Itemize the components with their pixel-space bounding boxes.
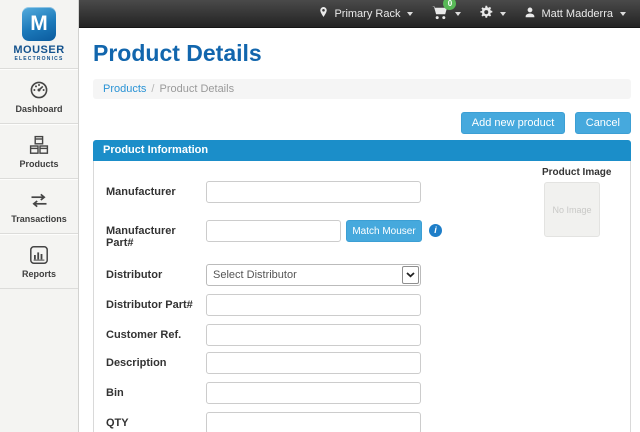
top-navbar: Primary Rack 0 Matt Madderra <box>79 0 640 28</box>
products-cubes-icon <box>0 135 78 155</box>
description-label: Description <box>106 352 206 369</box>
chevron-down-icon <box>500 12 506 16</box>
form-row-bin: Bin <box>106 382 618 404</box>
form-row-distributor: Distributor Select Distributor <box>106 264 618 286</box>
add-new-product-button[interactable]: Add new product <box>461 112 566 134</box>
mouser-logo: M MOUSER ELECTRONICS <box>0 0 78 69</box>
page-actions: Add new product Cancel <box>93 112 631 134</box>
customer-ref-label: Customer Ref. <box>106 324 206 341</box>
qty-input[interactable] <box>206 412 421 432</box>
description-input[interactable] <box>206 352 421 374</box>
breadcrumb-separator: / <box>151 83 154 95</box>
breadcrumb-link-products[interactable]: Products <box>103 83 146 95</box>
qty-label: QTY <box>106 412 206 429</box>
mouser-logo-subtitle: ELECTRONICS <box>0 56 78 62</box>
form-row-qty: QTY <box>106 412 618 432</box>
product-image-label: Product Image <box>542 167 602 178</box>
distributor-select-value: Select Distributor <box>207 265 420 285</box>
dashboard-gauge-icon <box>0 80 78 100</box>
distributor-select[interactable]: Select Distributor <box>206 264 421 286</box>
distributor-label: Distributor <box>106 264 206 281</box>
mouser-logo-mark: M <box>22 7 56 41</box>
chevron-down-icon <box>455 12 461 16</box>
sidebar-item-reports[interactable]: Reports <box>0 234 78 289</box>
mouser-logo-brand: MOUSER <box>0 44 78 56</box>
user-menu[interactable]: Matt Madderra <box>515 0 635 27</box>
product-information-panel: Product Information Manufacturer Manufac… <box>93 140 631 432</box>
user-icon <box>524 6 536 22</box>
gear-icon <box>479 5 493 22</box>
rack-selector-label: Primary Rack <box>334 8 400 20</box>
page-title: Product Details <box>93 40 640 67</box>
sidebar-item-label: Transactions <box>0 214 78 224</box>
sidebar-item-label: Reports <box>0 269 78 279</box>
form-row-description: Description <box>106 352 618 374</box>
sidebar-item-dashboard[interactable]: Dashboard <box>0 69 78 124</box>
breadcrumb-current: Product Details <box>159 83 234 95</box>
form-row-customer-ref: Customer Ref. <box>106 324 618 346</box>
location-pin-icon <box>318 5 329 22</box>
product-image-placeholder: No Image <box>544 182 600 237</box>
sidebar-item-transactions[interactable]: Transactions <box>0 179 78 234</box>
settings-menu[interactable] <box>470 0 515 27</box>
cart-badge: 0 <box>443 0 456 10</box>
rack-selector-menu[interactable]: Primary Rack <box>309 0 422 27</box>
manufacturer-label: Manufacturer <box>106 181 206 198</box>
customer-ref-input[interactable] <box>206 324 421 346</box>
product-image-section: Product Image No Image <box>542 167 602 237</box>
sidebar-item-products[interactable]: Products <box>0 124 78 179</box>
form-row-distributor-part: Distributor Part# <box>106 294 618 316</box>
manufacturer-part-label: Manufacturer Part# <box>106 220 206 249</box>
sidebar: M MOUSER ELECTRONICS Dashboard Products … <box>0 0 79 432</box>
panel-body: Manufacturer Manufacturer Part# Match Mo… <box>93 161 631 432</box>
transactions-arrows-icon <box>0 190 78 210</box>
distributor-part-input[interactable] <box>206 294 421 316</box>
chevron-down-icon <box>407 12 413 16</box>
manufacturer-input[interactable] <box>206 181 421 203</box>
cancel-button[interactable]: Cancel <box>575 112 631 134</box>
bin-label: Bin <box>106 382 206 399</box>
distributor-part-label: Distributor Part# <box>106 294 206 311</box>
chevron-down-icon <box>402 266 419 284</box>
reports-chart-icon <box>0 245 78 265</box>
cart-menu[interactable]: 0 <box>422 0 470 27</box>
main-content: Product Details Products / Product Details… <box>79 28 640 432</box>
info-icon[interactable]: i <box>429 224 442 237</box>
manufacturer-part-input[interactable] <box>206 220 341 242</box>
sidebar-item-label: Dashboard <box>0 104 78 114</box>
sidebar-item-label: Products <box>0 159 78 169</box>
cart-icon <box>431 11 448 23</box>
user-menu-label: Matt Madderra <box>541 8 613 20</box>
bin-input[interactable] <box>206 382 421 404</box>
match-mouser-button[interactable]: Match Mouser <box>346 220 422 242</box>
chevron-down-icon <box>620 12 626 16</box>
breadcrumb: Products / Product Details <box>93 79 631 99</box>
panel-title: Product Information <box>93 140 631 161</box>
